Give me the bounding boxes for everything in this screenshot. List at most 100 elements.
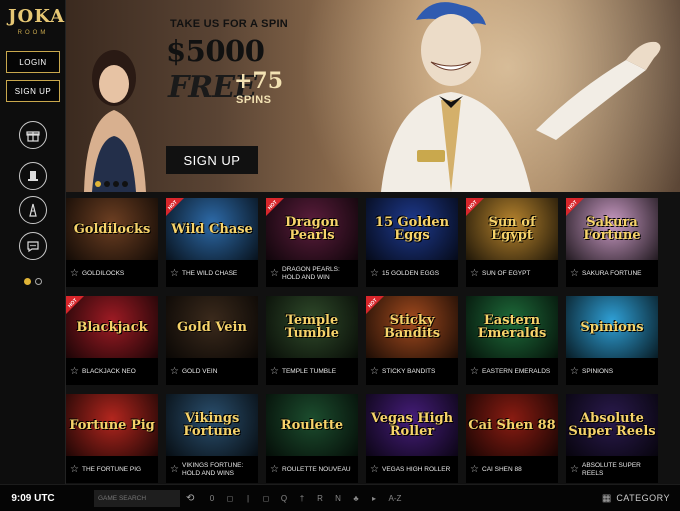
game-thumbnail[interactable]: Gold Vein [166, 296, 258, 358]
game-card[interactable]: Sun of Egypt HOT ☆ SUN OF EGYPT [466, 198, 558, 287]
game-name: 15 GOLDEN EGGS [382, 269, 440, 277]
chat-icon[interactable] [19, 232, 47, 260]
game-card[interactable]: Blackjack HOT ☆ BLACKJACK NEO [66, 296, 158, 385]
game-name: GOLD VEIN [182, 367, 218, 375]
game-card[interactable]: Wild Chase HOT ☆ THE WILD CHASE [166, 198, 258, 287]
favorite-star-icon[interactable]: ☆ [570, 464, 582, 475]
sidebar-page-dot[interactable] [24, 278, 31, 285]
game-thumbnail[interactable]: Cai Shen 88 [466, 394, 558, 456]
filter-icon[interactable]: R [314, 494, 326, 503]
game-card[interactable]: Gold Vein ☆ GOLD VEIN [166, 296, 258, 385]
favorite-star-icon[interactable]: ☆ [70, 366, 82, 377]
tower-icon[interactable] [19, 196, 47, 224]
promo-banner[interactable]: TAKE US FOR A SPIN $5000 FREE +75 SPINS … [66, 0, 680, 192]
game-card[interactable]: Spinions ☆ SPINIONS [566, 296, 658, 385]
game-name: VEGAS HIGH ROLLER [382, 465, 451, 473]
favorite-star-icon[interactable]: ☆ [70, 464, 82, 475]
filter-icon[interactable]: ▸ [368, 494, 380, 503]
history-icon[interactable]: ⟲ [186, 493, 200, 504]
game-card[interactable]: Sakura Fortune HOT ☆ SAKURA FORTUNE [566, 198, 658, 287]
favorite-star-icon[interactable]: ☆ [570, 268, 582, 279]
game-card[interactable]: Temple Tumble ☆ TEMPLE TUMBLE [266, 296, 358, 385]
logo[interactable]: JOKA ROOM [8, 6, 66, 44]
login-button[interactable]: LOGIN [6, 51, 60, 73]
filter-icon[interactable]: N [332, 494, 344, 503]
filter-icon[interactable]: Q [278, 494, 290, 503]
game-thumbnail[interactable]: Sticky Bandits HOT [366, 296, 458, 358]
favorite-star-icon[interactable]: ☆ [270, 268, 282, 279]
favorite-star-icon[interactable]: ☆ [370, 366, 382, 377]
game-thumbnail[interactable]: Fortune Pig [66, 394, 158, 456]
game-name: ABSOLUTE SUPER REELS [582, 461, 641, 477]
game-card[interactable]: Eastern Emeralds ☆ EASTERN EMERALDS [466, 296, 558, 385]
banner-slide-dot[interactable] [104, 181, 110, 187]
game-thumbnail[interactable]: Dragon Pearls HOT [266, 198, 358, 260]
filter-icon[interactable]: ♣ [350, 494, 362, 503]
search-input[interactable] [98, 494, 178, 502]
banner-slide-dot[interactable] [95, 181, 101, 187]
favorite-star-icon[interactable]: ☆ [470, 268, 482, 279]
game-thumbnail[interactable]: Spinions [566, 296, 658, 358]
favorite-star-icon[interactable]: ☆ [570, 366, 582, 377]
game-card[interactable]: 15 Golden Eggs ☆ 15 GOLDEN EGGS [366, 198, 458, 287]
sidebar-page-dot[interactable] [35, 278, 42, 285]
favorite-star-icon[interactable]: ☆ [170, 366, 182, 377]
game-thumbnail[interactable]: Vikings Fortune [166, 394, 258, 456]
game-thumbnail[interactable]: Blackjack HOT [66, 296, 158, 358]
game-thumbnail[interactable]: Roulette [266, 394, 358, 456]
gift-icon[interactable] [19, 121, 47, 149]
game-thumbnail[interactable]: Wild Chase HOT [166, 198, 258, 260]
category-button[interactable]: ▦ CATEGORY [602, 493, 670, 504]
filter-icon[interactable]: † [296, 494, 308, 503]
game-logo-text: Sticky Bandits [383, 313, 441, 341]
game-thumbnail[interactable]: Sun of Egypt HOT [466, 198, 558, 260]
banner-slide-dot[interactable] [122, 181, 128, 187]
game-name: ROULETTE NOUVEAU [282, 465, 351, 473]
signup-button[interactable]: SIGN UP [6, 80, 60, 102]
filter-icon[interactable]: ◻ [260, 494, 272, 503]
game-thumbnail[interactable]: Temple Tumble [266, 296, 358, 358]
game-search[interactable] [94, 489, 180, 507]
favorite-star-icon[interactable]: ☆ [270, 464, 282, 475]
game-card[interactable]: Vikings Fortune ☆ VIKINGS FORTUNE: HOLD AN… [166, 394, 258, 483]
banner-slide-dot[interactable] [113, 181, 119, 187]
game-logo-text: Sun of Egypt [488, 215, 536, 243]
game-thumbnail[interactable]: Goldilocks [66, 198, 158, 260]
game-logo-text: Fortune Pig [69, 417, 155, 433]
logo-text: JOKA [8, 6, 66, 27]
favorite-star-icon[interactable]: ☆ [470, 366, 482, 377]
game-logo-text: Goldilocks [73, 221, 151, 237]
favorite-star-icon[interactable]: ☆ [370, 464, 382, 475]
game-thumbnail[interactable]: Eastern Emeralds [466, 296, 558, 358]
game-caption: ☆ SUN OF EGYPT [466, 260, 558, 287]
game-name: STICKY BANDITS [382, 367, 436, 375]
favorite-star-icon[interactable]: ☆ [170, 268, 182, 279]
banner-signup-button[interactable]: SIGN UP [166, 146, 258, 174]
game-caption: ☆ ABSOLUTE SUPER REELS [566, 456, 658, 483]
game-card[interactable]: Cai Shen 88 ☆ CAI SHEN 88 [466, 394, 558, 483]
favorite-star-icon[interactable]: ☆ [470, 464, 482, 475]
game-card[interactable]: Absolute Super Reels ☆ ABSOLUTE SUPER REEL… [566, 394, 658, 483]
game-logo-text: Roulette [280, 417, 344, 433]
game-card[interactable]: Roulette ☆ ROULETTE NOUVEAU [266, 394, 358, 483]
filter-icon[interactable]: 0 [206, 494, 218, 503]
game-card[interactable]: Sticky Bandits HOT ☆ STICKY BANDITS [366, 296, 458, 385]
favorite-star-icon[interactable]: ☆ [170, 464, 182, 475]
game-card[interactable]: Goldilocks ☆ GOLDILOCKS [66, 198, 158, 287]
game-card[interactable]: Vegas High Roller ☆ VEGAS HIGH ROLLER [366, 394, 458, 483]
favorite-star-icon[interactable]: ☆ [270, 366, 282, 377]
game-thumbnail[interactable]: Absolute Super Reels [566, 394, 658, 456]
filter-icon[interactable]: | [242, 494, 254, 503]
top-hat-icon[interactable] [19, 162, 47, 190]
filter-icon[interactable]: ◻ [224, 494, 236, 503]
game-logo-text: Temple Tumble [285, 313, 339, 341]
favorite-star-icon[interactable]: ☆ [70, 268, 82, 279]
filter-icon[interactable]: A-Z [386, 494, 404, 503]
game-thumbnail[interactable]: 15 Golden Eggs [366, 198, 458, 260]
game-caption: ☆ STICKY BANDITS [366, 358, 458, 385]
game-card[interactable]: Fortune Pig ☆ THE FORTUNE PIG [66, 394, 158, 483]
game-thumbnail[interactable]: Vegas High Roller [366, 394, 458, 456]
game-thumbnail[interactable]: Sakura Fortune HOT [566, 198, 658, 260]
favorite-star-icon[interactable]: ☆ [370, 268, 382, 279]
game-card[interactable]: Dragon Pearls HOT ☆ DRAGON PEARLS: HOLD AND… [266, 198, 358, 287]
